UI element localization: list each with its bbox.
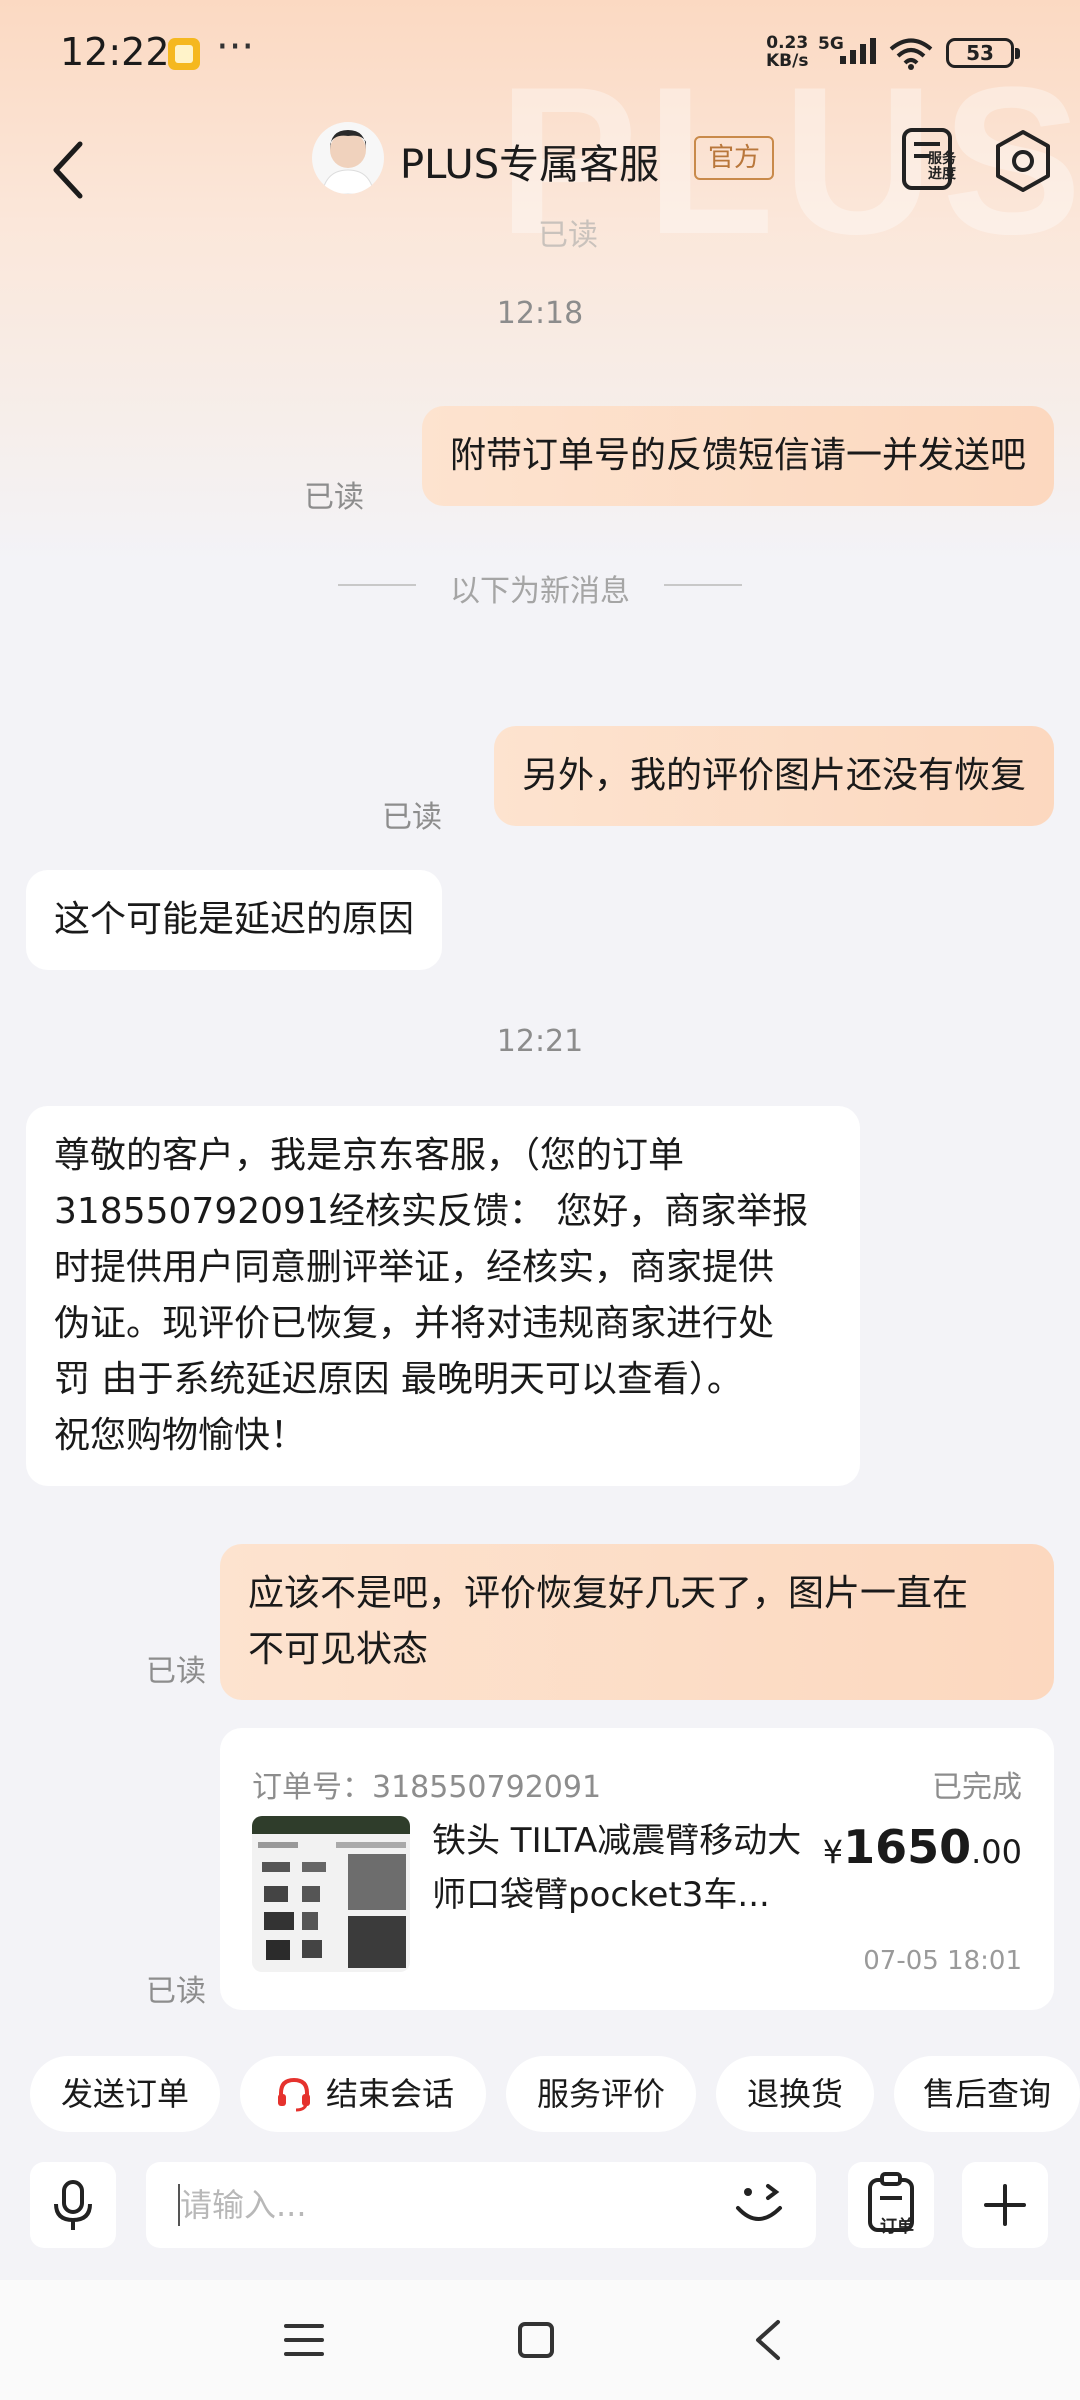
product-thumbnail (252, 1816, 410, 1972)
message-input[interactable] (146, 2162, 816, 2248)
agent-avatar[interactable] (312, 122, 384, 194)
outgoing-message[interactable]: 应该不是吧，评价恢复好几天了，图片一直在 不可见状态 (220, 1544, 1054, 1700)
battery-indicator: 53 (946, 38, 1020, 68)
outgoing-message[interactable]: 另外，我的评价图片还没有恢复 (493, 726, 1054, 826)
plus-icon (984, 2184, 1026, 2226)
text-cursor (178, 2184, 180, 2226)
service-rating-chip[interactable]: 服务评价 (506, 2056, 696, 2132)
order-number: 订单号：318550792091 (252, 1770, 602, 1805)
product-price: ¥1650.00 (823, 1820, 1022, 1874)
message-timestamp: 12:21 (496, 1024, 584, 1059)
order-date: 07-05 18:01 (863, 1946, 1022, 1976)
end-session-label: 结束会话 (326, 2075, 455, 2113)
message-timestamp: 12:18 (496, 296, 584, 331)
service-progress-label-line2: 进度 (928, 166, 956, 182)
system-nav-bar (0, 2280, 1080, 2400)
message-line: 时提供用户同意删评举证，经核实，商家提供 (54, 1247, 775, 1288)
official-badge: 官方 (694, 136, 775, 180)
signal-icon (840, 38, 876, 64)
network-speed: 0.23 KB/s (766, 34, 808, 70)
page-title: PLUS专属客服 (400, 142, 660, 188)
return-exchange-chip[interactable]: 退换货 (716, 2056, 874, 2132)
more-notifications-icon: ··· (216, 24, 255, 70)
read-status: 已读 (304, 480, 364, 515)
message-line: 应该不是吧，评价恢复好几天了，图片一直在 (248, 1573, 969, 1614)
product-image-icon (252, 1816, 410, 1968)
incoming-message[interactable]: 尊敬的客户，我是京东客服，（您的订单 318550792091经核实反馈： 您好… (26, 1106, 860, 1486)
more-button[interactable] (962, 2162, 1048, 2248)
read-status: 已读 (146, 1654, 206, 1689)
incoming-message[interactable]: 这个可能是延迟的原因 (26, 870, 443, 970)
home-icon[interactable] (516, 2320, 556, 2360)
price-currency: ¥ (822, 1833, 844, 1871)
order-card[interactable]: 订单号：318550792091 已完成 铁头 TILTA减震臂移动大 师口袋臂… (220, 1728, 1054, 2010)
microphone-icon (54, 2180, 92, 2230)
price-integer: 1650 (843, 1820, 972, 1874)
message-line: 318550792091经核实反馈： 您好，商家举报 (54, 1191, 809, 1232)
network-speed-value: 0.23 (766, 33, 809, 53)
emoji-icon[interactable] (730, 2178, 790, 2234)
product-name-line: 铁头 TILTA减震臂移动大 (432, 1821, 802, 1861)
message-line: 伪证。现评价已恢复，并将对违规商家进行处 (54, 1303, 775, 1344)
read-status: 已读 (382, 800, 442, 835)
message-line: 不可见状态 (248, 1629, 429, 1670)
voice-input-button[interactable] (30, 2162, 116, 2248)
service-progress-label-line1: 服务 (928, 151, 956, 167)
message-line: 祝您购物愉快！ (54, 1415, 307, 1456)
outgoing-message[interactable]: 附带订单号的反馈短信请一并发送吧 (421, 406, 1054, 506)
wifi-icon (889, 38, 933, 70)
end-session-chip[interactable]: 结束会话 (240, 2056, 486, 2132)
back-button[interactable] (40, 130, 100, 210)
order-button-label: 订单 (880, 2217, 914, 2237)
divider-line-right (664, 584, 742, 586)
menu-icon[interactable] (282, 2320, 326, 2360)
order-status: 已完成 (932, 1770, 1022, 1805)
new-messages-divider-label: 以下为新消息 (450, 574, 630, 609)
nav-back-icon[interactable] (750, 2318, 786, 2362)
status-time: 12:22 (60, 30, 170, 74)
input-bar: 订单 (0, 2150, 1080, 2280)
faded-read-status: 已读 (538, 218, 598, 253)
avatar-portrait-icon (321, 130, 375, 194)
message-line: 罚 由于系统延迟原因 最晚明天可以查看）。 (54, 1359, 743, 1400)
after-sales-query-chip[interactable]: 售后查询 (894, 2056, 1080, 2132)
read-status: 已读 (146, 1974, 206, 2009)
send-order-chip[interactable]: 发送订单 (30, 2056, 220, 2132)
notes-notification-icon (168, 38, 200, 70)
settings-hexagon-icon[interactable] (990, 128, 1056, 194)
status-bar: 12:22 ··· 0.23 KB/s 5G 53 (0, 0, 1080, 110)
new-messages-divider: 以下为新消息 (0, 564, 1080, 609)
network-speed-unit: KB/s (766, 51, 809, 71)
product-name-line: 师口袋臂pocket3车... (432, 1875, 770, 1915)
headset-icon (278, 2077, 310, 2112)
message-line: 尊敬的客户，我是京东客服，（您的订单 (54, 1135, 685, 1176)
product-name: 铁头 TILTA减震臂移动大 师口袋臂pocket3车... (432, 1814, 832, 1922)
quick-actions-bar: 发送订单 结束会话 服务评价 退换货 售后查询 (30, 2056, 1080, 2132)
price-decimal: .00 (971, 1833, 1022, 1871)
service-progress-label: 服务 进度 (928, 152, 956, 182)
